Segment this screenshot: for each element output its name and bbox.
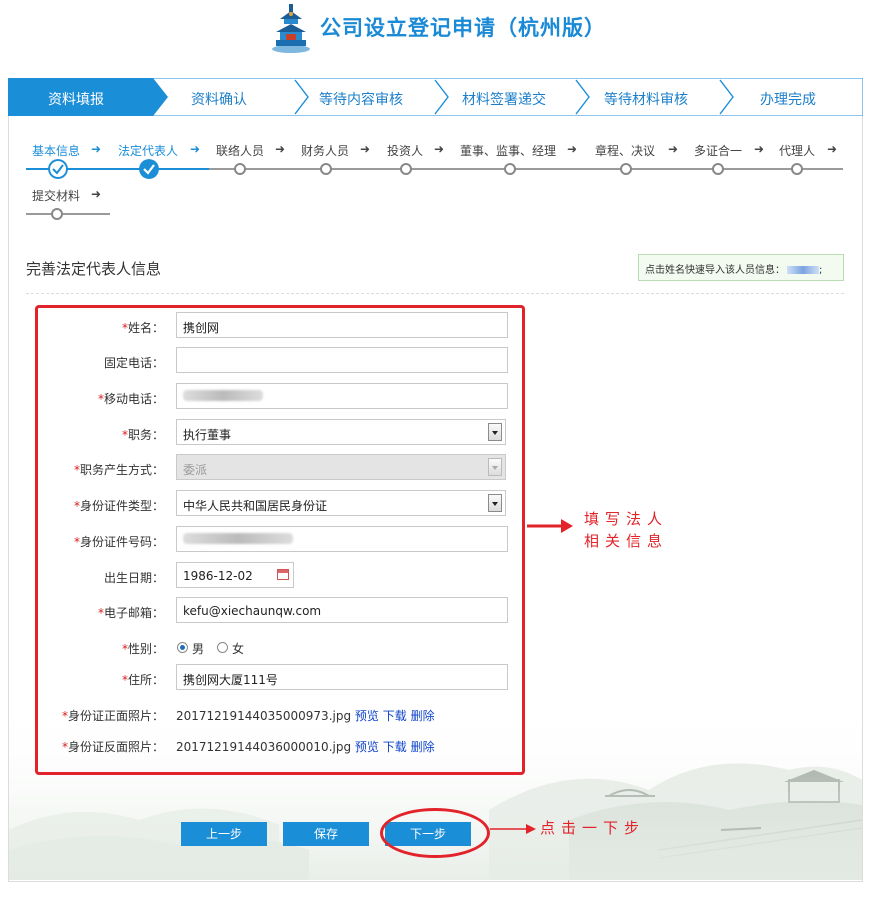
substep-arrow-icon: ➜ — [360, 142, 371, 156]
annotation-arrow-icon — [527, 519, 573, 533]
checkmark-icon — [139, 159, 159, 179]
progress-dot — [51, 208, 63, 220]
substep-arrow-icon: ➜ — [275, 142, 286, 156]
substep-arrow-icon: ➜ — [91, 187, 102, 201]
annotation-arrow-icon — [490, 824, 536, 834]
substep-multi-cert[interactable]: 多证合一 — [694, 142, 742, 159]
progress-dot — [712, 163, 724, 175]
step-data-confirm[interactable]: 资料确认 — [191, 89, 247, 109]
quick-import-suffix: ; — [819, 265, 823, 276]
step-complete[interactable]: 办理完成 — [760, 89, 816, 109]
step-material-review[interactable]: 等待材料审核 — [604, 89, 688, 109]
substep-arrow-icon: ➜ — [91, 142, 102, 156]
step-material-submit[interactable]: 材料签署递交 — [462, 89, 546, 109]
substep-agent[interactable]: 代理人 — [779, 142, 815, 159]
substep-arrow-icon: ➜ — [827, 142, 838, 156]
section-title: 完善法定代表人信息 — [26, 260, 162, 278]
prev-step-button[interactable]: 上一步 — [181, 822, 267, 846]
substep-finance[interactable]: 财务人员 — [301, 142, 349, 159]
substep-articles[interactable]: 章程、决议 — [595, 142, 655, 159]
substep-submit-materials[interactable]: 提交材料 — [32, 187, 80, 204]
substep-arrow-icon: ➜ — [754, 142, 765, 156]
substep-arrow-icon: ➜ — [190, 142, 201, 156]
quick-import-text: 点击姓名快速导入该人员信息： — [645, 265, 785, 276]
fill-info-note-line1: 填写法人 — [584, 510, 669, 528]
substep-legal-rep[interactable]: 法定代表人 — [118, 142, 178, 159]
progress-dot — [234, 163, 246, 175]
substep-arrow-icon: ➜ — [434, 142, 445, 156]
progress-track — [209, 168, 843, 170]
step-data-entry[interactable]: 资料填报 — [48, 89, 104, 109]
substep-arrow-icon: ➜ — [567, 142, 578, 156]
substep-arrow-icon: ➜ — [668, 142, 679, 156]
section-divider — [26, 293, 844, 294]
progress-dot — [620, 163, 632, 175]
person-link[interactable] — [787, 266, 819, 274]
substep-directors[interactable]: 董事、监事、经理 — [460, 142, 556, 159]
progress-dot — [400, 163, 412, 175]
steps-bar-graphic — [8, 78, 863, 116]
progress-dot — [504, 163, 516, 175]
step-content-review[interactable]: 等待内容审核 — [319, 89, 403, 109]
pagoda-logo-icon — [272, 4, 310, 53]
click-next-note: 点击一下步 — [540, 819, 646, 837]
fill-info-note-line2: 相关信息 — [584, 532, 669, 550]
progress-dot — [320, 163, 332, 175]
quick-import-hint: 点击姓名快速导入该人员信息：; — [638, 254, 844, 281]
next-button-highlight — [380, 808, 490, 858]
main-steps-bar: 资料填报 资料确认 等待内容审核 材料签署递交 等待材料审核 办理完成 — [8, 78, 863, 116]
page-header: 公司设立登记申请（杭州版） — [0, 0, 872, 66]
highlight-box — [35, 305, 525, 775]
progress-track — [26, 213, 110, 215]
substep-contact[interactable]: 联络人员 — [216, 142, 264, 159]
substep-basic-info[interactable]: 基本信息 — [32, 142, 80, 159]
save-button[interactable]: 保存 — [283, 822, 369, 846]
progress-dot — [791, 163, 803, 175]
app-title: 公司设立登记申请（杭州版） — [320, 16, 606, 40]
checkmark-icon — [48, 159, 68, 179]
substep-investor[interactable]: 投资人 — [387, 142, 423, 159]
